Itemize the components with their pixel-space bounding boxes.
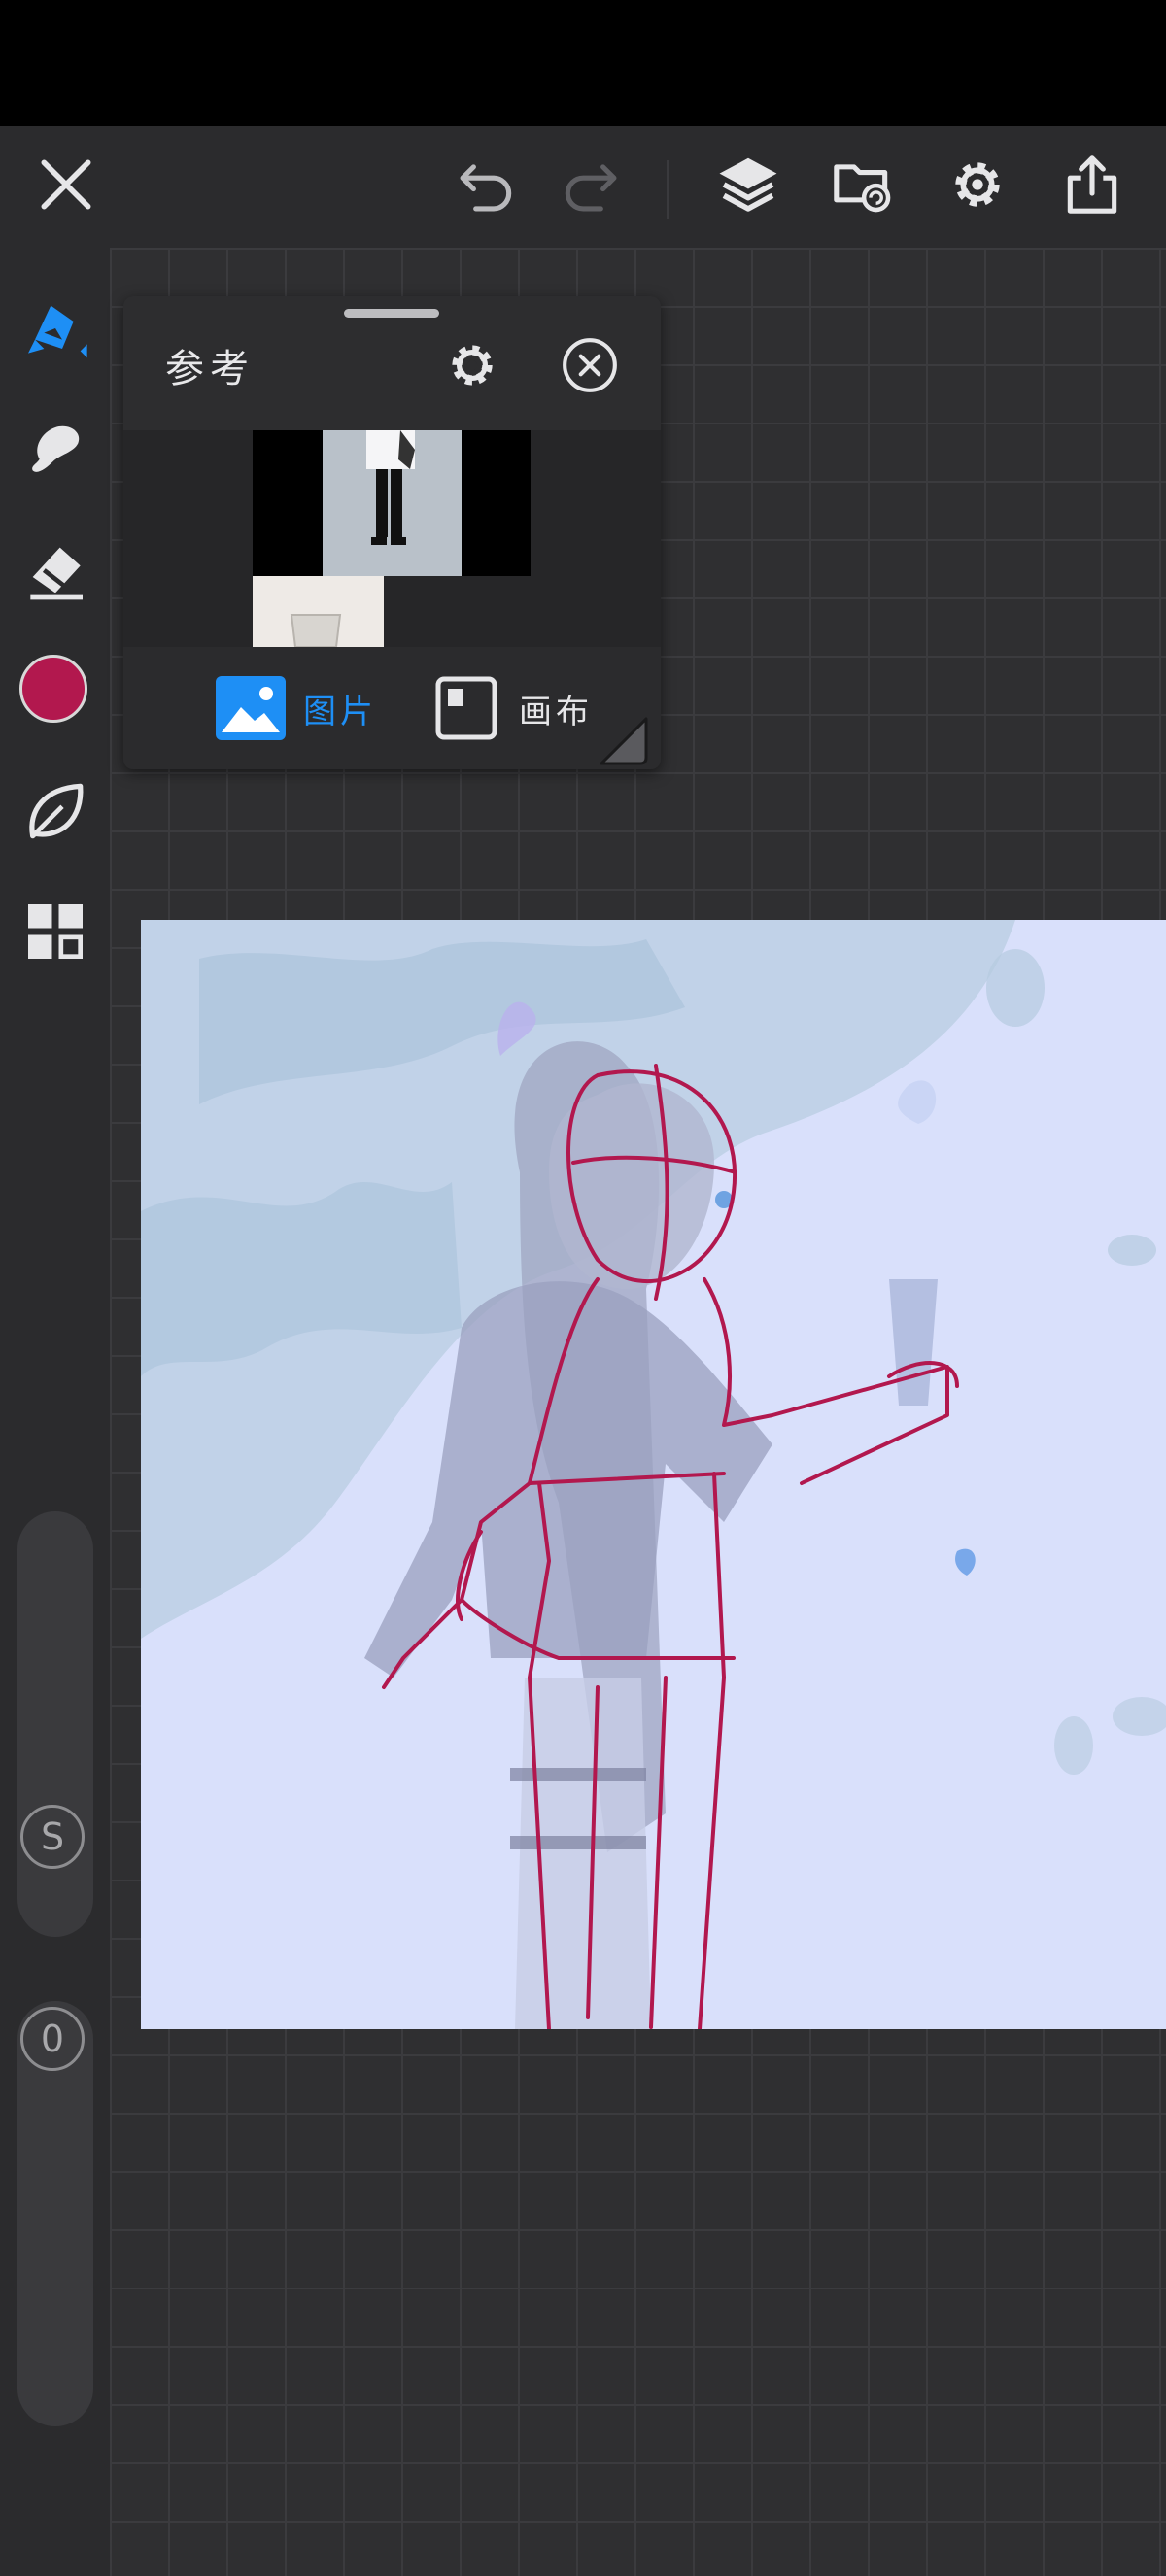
redo-button[interactable] — [551, 146, 629, 223]
reference-close-icon[interactable] — [560, 335, 620, 395]
color-swatch[interactable] — [19, 655, 87, 723]
canvas-artwork — [141, 920, 1166, 2029]
glass-photo — [290, 614, 342, 648]
redo-icon — [565, 164, 617, 212]
reference-settings-gear-icon[interactable] — [442, 335, 502, 395]
layers-icon — [719, 157, 777, 212]
drag-handle[interactable] — [344, 309, 439, 318]
reference-photo — [323, 430, 462, 576]
undo-button[interactable] — [448, 146, 526, 223]
size-slider[interactable] — [17, 1511, 93, 1937]
liquify-tool[interactable] — [14, 769, 97, 853]
reference-image-area[interactable] — [123, 430, 661, 648]
reference-panel: 参考 图片 画布 — [123, 296, 661, 769]
gallery-tool[interactable] — [14, 890, 97, 973]
pen-icon — [28, 305, 87, 358]
smudge-tool[interactable] — [14, 406, 97, 490]
drawing-canvas[interactable] — [141, 920, 1166, 2029]
reference-image[interactable] — [253, 430, 531, 576]
undo-icon — [460, 164, 512, 212]
mode-image-label: 图片 — [303, 692, 377, 731]
size-slider-label: S — [20, 1805, 85, 1869]
close-button[interactable] — [27, 146, 105, 223]
status-bar — [0, 0, 1166, 126]
resize-handle-icon[interactable] — [598, 715, 650, 767]
share-button[interactable] — [1053, 146, 1131, 223]
toolbar-divider — [667, 160, 669, 219]
eraser-tool[interactable] — [14, 528, 97, 612]
reference-panel-footer: 图片 画布 — [123, 647, 661, 769]
import-button[interactable] — [824, 146, 902, 223]
grid-icon — [28, 904, 83, 959]
settings-button[interactable] — [939, 146, 1016, 223]
reference-figure — [366, 430, 415, 545]
leaf-icon — [29, 783, 84, 839]
image-icon — [216, 676, 286, 740]
eraser-icon — [30, 547, 83, 600]
reference-image-thumbnail[interactable] — [253, 576, 384, 648]
mode-canvas-label: 画布 — [519, 692, 593, 731]
smudge-icon — [32, 425, 80, 472]
canvas-icon — [435, 676, 497, 740]
brush-tool[interactable] — [14, 287, 97, 370]
opacity-slider-label: 0 — [20, 2007, 85, 2071]
share-icon — [1067, 155, 1117, 214]
mode-canvas-button[interactable]: 画布 — [431, 676, 593, 740]
mode-image-button[interactable]: 图片 — [216, 676, 377, 740]
gear-icon — [955, 162, 1000, 207]
folder-import-icon — [834, 164, 891, 213]
layers-button[interactable] — [709, 146, 787, 223]
reference-panel-header[interactable]: 参考 — [123, 296, 661, 430]
reference-panel-title: 参考 — [165, 347, 255, 391]
close-icon — [41, 159, 91, 210]
